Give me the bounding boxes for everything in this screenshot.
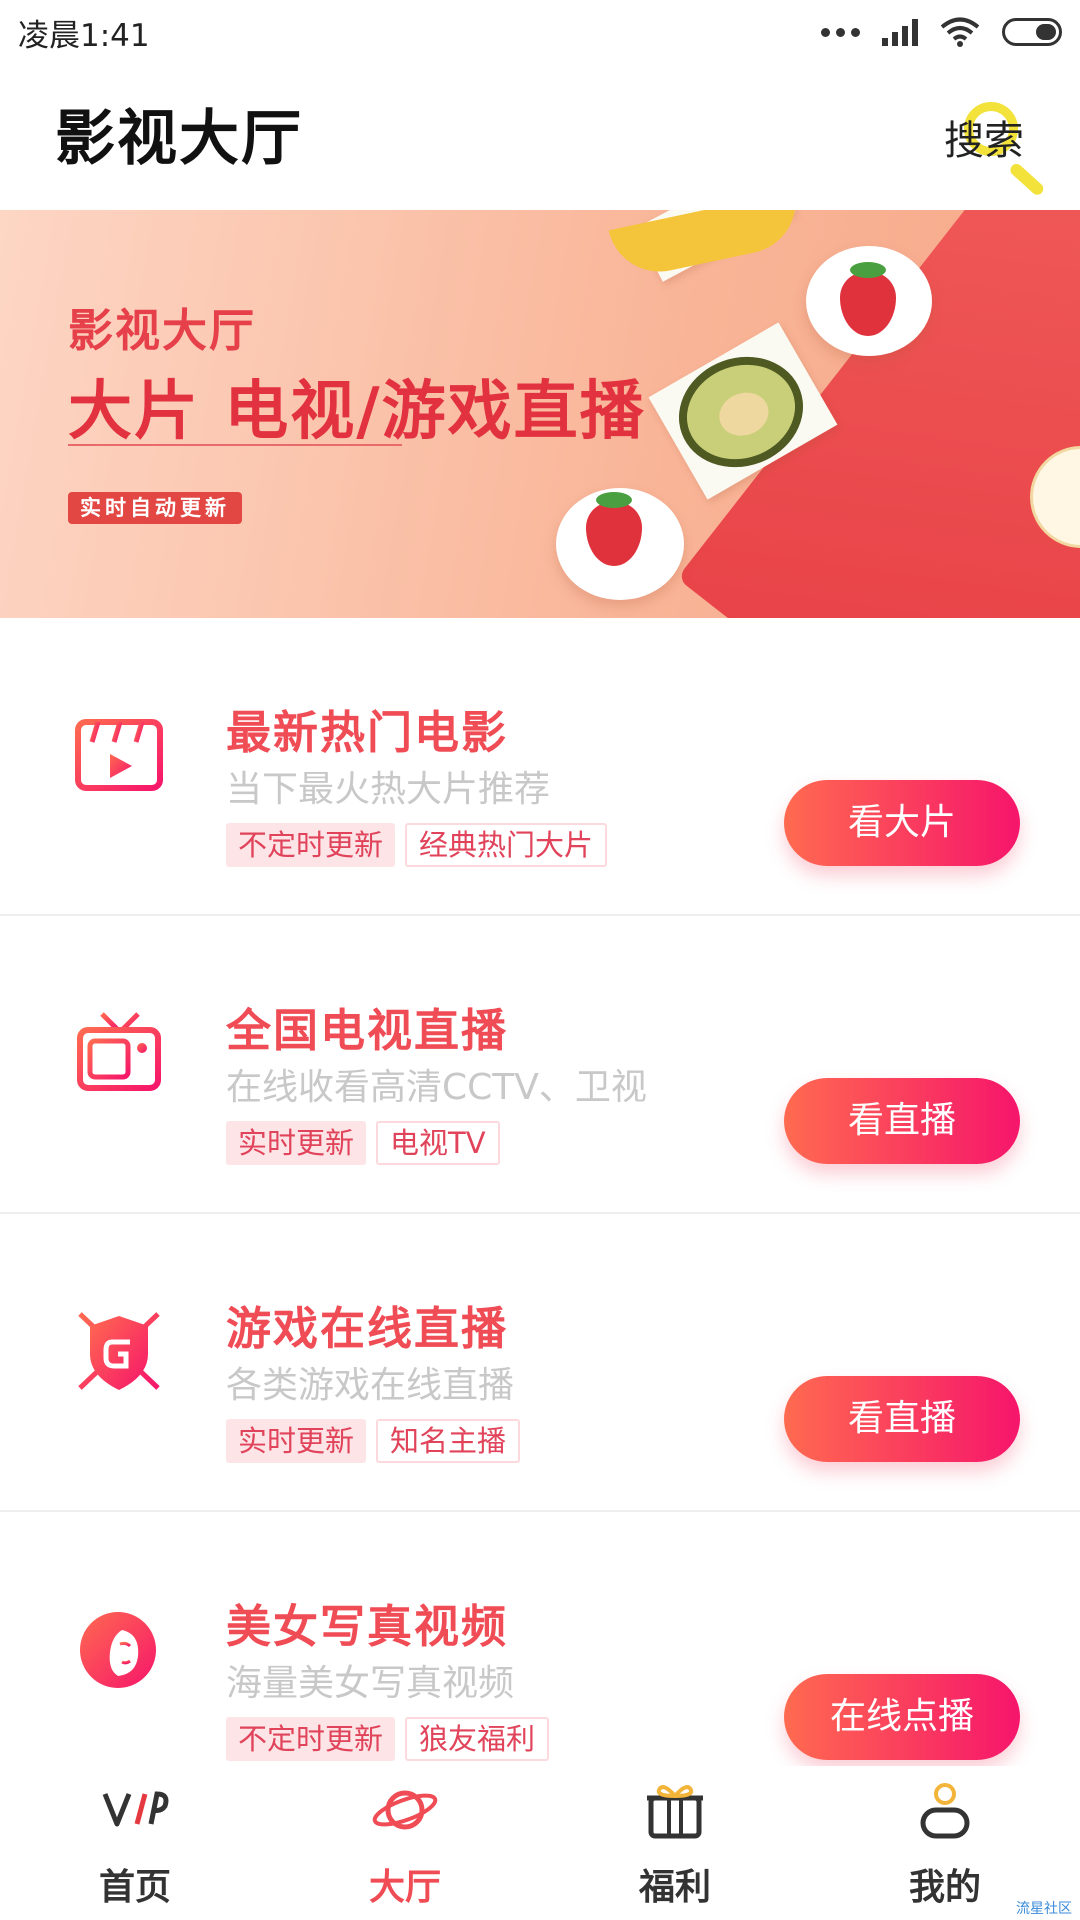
nav-label: 福利 xyxy=(638,1867,711,1908)
gift-icon xyxy=(647,1785,703,1839)
search-button[interactable]: 搜索 xyxy=(944,100,1054,210)
tag: 不定时更新 xyxy=(226,823,396,867)
item-desc: 海量美女写真视频 xyxy=(226,1663,515,1704)
tag: 电视TV xyxy=(376,1121,500,1165)
tag: 实时更新 xyxy=(226,1419,367,1463)
woman-portrait-icon xyxy=(80,1612,156,1688)
nav-label: 首页 xyxy=(98,1867,171,1908)
more-dots-icon xyxy=(821,27,860,37)
tag: 不定时更新 xyxy=(226,1717,396,1761)
watch-game-live-button[interactable]: 看直播 xyxy=(784,1376,1020,1462)
nav-item-welfare[interactable]: 福利 xyxy=(540,1766,810,1920)
film-clapper-icon xyxy=(75,719,163,791)
watch-live-tv-button[interactable]: 看直播 xyxy=(784,1078,1020,1164)
user-icon xyxy=(920,1783,970,1839)
tag: 实时更新 xyxy=(226,1121,367,1165)
item-tags: 不定时更新 狼友福利 xyxy=(226,1717,550,1761)
item-tags: 不定时更新 经典热门大片 xyxy=(226,823,608,867)
nav-item-hall[interactable]: 大厅 xyxy=(270,1766,540,1920)
item-title: 最新热门电影 xyxy=(226,706,509,759)
list-item-movies[interactable]: 最新热门电影 当下最火热大片推荐 不定时更新 经典热门大片 看大片 xyxy=(0,618,1080,916)
nav-item-home[interactable]: 首页 xyxy=(0,1766,270,1920)
nav-item-mine[interactable]: 我的 xyxy=(810,1766,1080,1920)
item-tags: 实时更新 电视TV xyxy=(226,1121,500,1165)
promo-banner[interactable]: 影视大厅 大片 电视/游戏直播 实时自动更新 xyxy=(0,210,1080,618)
tag: 狼友福利 xyxy=(405,1717,550,1761)
feature-list: 最新热门电影 当下最火热大片推荐 不定时更新 经典热门大片 看大片 全国电视直播… xyxy=(0,618,1080,1808)
banner-tag: 实时自动更新 xyxy=(68,492,242,524)
planet-icon xyxy=(372,1790,438,1830)
watch-on-demand-button[interactable]: 在线点播 xyxy=(784,1674,1020,1760)
watermark: 流星社区 xyxy=(1016,1901,1072,1917)
banner-title: 大片 电视/游戏直播 xyxy=(68,375,646,449)
nav-label: 大厅 xyxy=(368,1867,441,1908)
banner-subtitle: 影视大厅 xyxy=(68,304,257,357)
status-icons xyxy=(821,12,1062,52)
app-header: 影视大厅 搜索 xyxy=(0,62,1080,210)
watch-movies-button[interactable]: 看大片 xyxy=(784,780,1020,866)
vip-icon xyxy=(102,1791,169,1827)
list-item-games[interactable]: 游戏在线直播 各类游戏在线直播 实时更新 知名主播 看直播 xyxy=(0,1214,1080,1512)
status-bar: 凌晨1:41 xyxy=(0,0,1080,62)
page-title: 影视大厅 xyxy=(55,104,303,174)
item-title: 游戏在线直播 xyxy=(226,1302,509,1355)
game-shield-icon xyxy=(78,1312,160,1390)
item-tags: 实时更新 知名主播 xyxy=(226,1419,521,1463)
list-item-tv[interactable]: 全国电视直播 在线收看高清CCTV、卫视 实时更新 电视TV 看直播 xyxy=(0,916,1080,1214)
item-desc: 当下最火热大片推荐 xyxy=(226,769,551,810)
item-title: 美女写真视频 xyxy=(226,1600,509,1653)
tag: 知名主播 xyxy=(376,1419,521,1463)
tv-icon xyxy=(77,1012,161,1091)
wifi-icon xyxy=(940,17,980,47)
search-label: 搜索 xyxy=(944,118,1024,164)
banner-divider xyxy=(68,444,402,446)
tag: 经典热门大片 xyxy=(405,823,608,867)
list-item-beauty-videos[interactable]: 美女写真视频 海量美女写真视频 不定时更新 狼友福利 在线点播 xyxy=(0,1512,1080,1808)
bottom-nav: 首页 大厅 福利 我的 流星社区 xyxy=(0,1766,1080,1920)
status-time: 凌晨1:41 xyxy=(18,18,150,54)
item-desc: 在线收看高清CCTV、卫视 xyxy=(226,1067,647,1108)
signal-icon xyxy=(882,18,918,46)
item-title: 全国电视直播 xyxy=(226,1004,509,1057)
item-desc: 各类游戏在线直播 xyxy=(226,1365,515,1406)
banana-graphic xyxy=(608,210,806,282)
battery-icon xyxy=(1002,18,1062,46)
